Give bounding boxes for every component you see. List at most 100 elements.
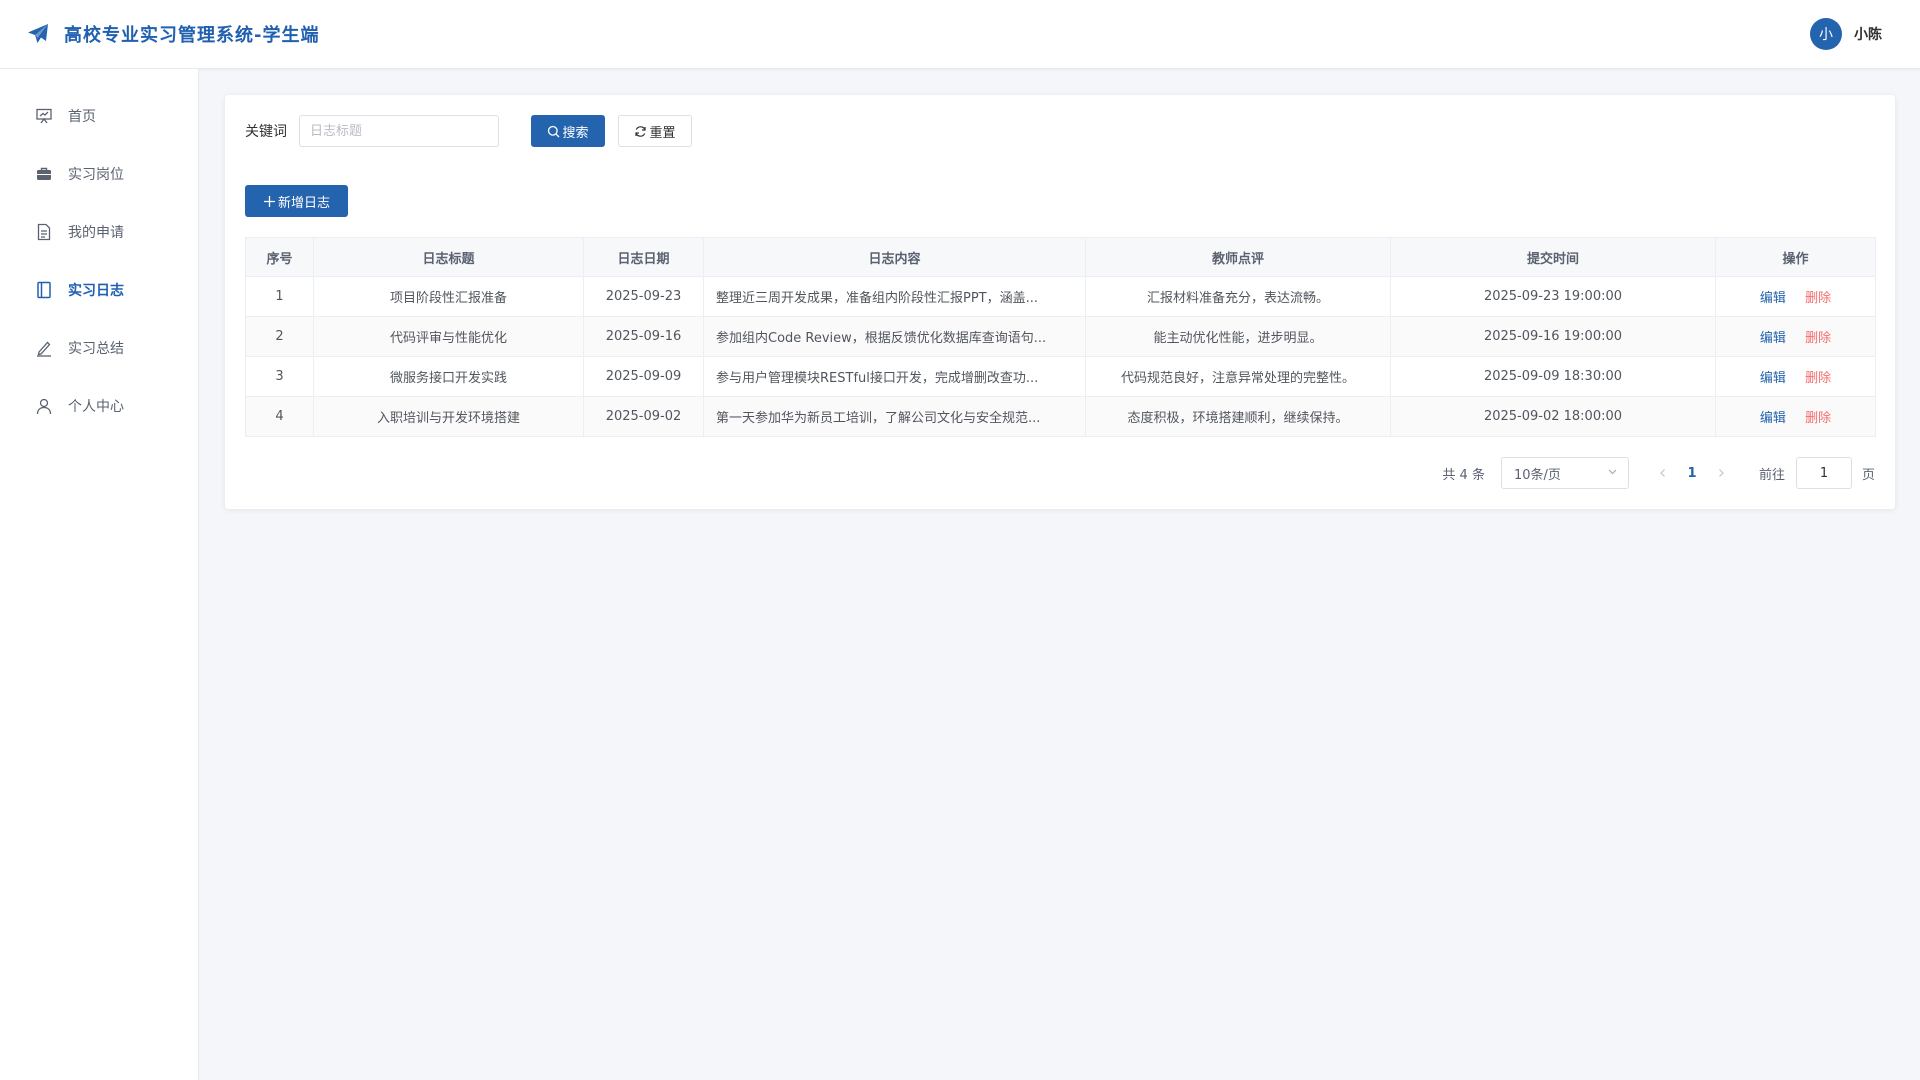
sidebar-item-internship-summary[interactable]: 实习总结 <box>0 319 199 377</box>
column-header: 日志内容 <box>703 237 1086 277</box>
cell-no: 1 <box>245 276 314 317</box>
page-size-select[interactable]: 10条/页 <box>1500 457 1629 489</box>
cell-actions: 编辑 删除 <box>1715 316 1876 357</box>
delete-link[interactable]: 删除 <box>1805 411 1831 426</box>
cell-comment: 态度积极，环境搭建顺利，继续保持。 <box>1085 396 1391 437</box>
page-unit-label: 页 <box>1861 467 1875 483</box>
top-header: 高校专业实习管理系统-学生端 小 小陈 <box>0 0 1920 69</box>
sidebar-item-profile[interactable]: 个人中心 <box>0 377 199 435</box>
table-row: 4 入职培训与开发环境搭建 2025-09-02 第一天参加华为新员工培训，了解… <box>245 396 1876 437</box>
goto-label: 前往 <box>1758 467 1785 483</box>
chevron-down-icon <box>1607 466 1618 481</box>
cell-date: 2025-09-09 <box>583 356 704 397</box>
cell-content: 第一天参加华为新员工培训，了解公司文化与安全规范... <box>703 396 1086 437</box>
cell-submitted: 2025-09-16 19:00:00 <box>1390 316 1716 357</box>
add-log-button-label: 新增日志 <box>277 195 330 211</box>
column-header: 日志日期 <box>583 237 704 277</box>
delete-link[interactable]: 删除 <box>1805 291 1831 306</box>
edit-link[interactable]: 编辑 <box>1760 371 1786 386</box>
table-row: 1 项目阶段性汇报准备 2025-09-23 整理近三周开发成果，准备组内阶段性… <box>245 276 1876 317</box>
cell-date: 2025-09-16 <box>583 316 704 357</box>
refresh-icon <box>634 125 647 138</box>
user-icon <box>35 397 53 415</box>
goto-page-input[interactable] <box>1795 457 1852 489</box>
briefcase-icon <box>35 165 53 183</box>
cell-actions: 编辑 删除 <box>1715 356 1876 397</box>
user-menu[interactable]: 小 小陈 <box>1810 18 1882 50</box>
delete-link[interactable]: 删除 <box>1805 371 1831 386</box>
cell-submitted: 2025-09-09 18:30:00 <box>1390 356 1716 397</box>
edit-link[interactable]: 编辑 <box>1760 331 1786 346</box>
sidebar-item-internship-log[interactable]: 实习日志 <box>0 261 199 319</box>
cell-content: 参与用户管理模块RESTful接口开发，完成增删改查功... <box>703 356 1086 397</box>
reset-button-label: 重置 <box>649 125 676 141</box>
search-bar: 关键词 搜索 重置 <box>245 115 692 147</box>
search-icon <box>547 125 560 138</box>
paper-plane-icon <box>26 22 50 46</box>
next-page-button[interactable] <box>1709 457 1733 489</box>
notebook-icon <box>35 281 53 299</box>
sidebar-item-label: 实习日志 <box>68 283 124 299</box>
prev-page-button[interactable] <box>1651 457 1675 489</box>
brand: 高校专业实习管理系统-学生端 <box>26 21 319 47</box>
keyword-label: 关键词 <box>245 124 287 140</box>
chevron-right-icon <box>1719 469 1724 477</box>
column-header: 序号 <box>245 237 314 277</box>
cell-title: 代码评审与性能优化 <box>313 316 584 357</box>
presentation-icon <box>35 107 53 125</box>
plus-icon <box>263 195 276 208</box>
sidebar-item-label: 实习岗位 <box>68 167 124 183</box>
sidebar-item-my-applications[interactable]: 我的申请 <box>0 203 199 261</box>
sidebar: 首页 实习岗位 我的申请 实习日志 实习总结 个人中心 <box>0 69 199 1080</box>
column-header: 教师点评 <box>1085 237 1391 277</box>
table-row: 2 代码评审与性能优化 2025-09-16 参加组内Code Review，根… <box>245 316 1876 357</box>
total-count: 共 4 条 <box>1442 467 1485 483</box>
cell-date: 2025-09-02 <box>583 396 704 437</box>
cell-no: 2 <box>245 316 314 357</box>
cell-title: 微服务接口开发实践 <box>313 356 584 397</box>
log-table: 序号 日志标题 日志日期 日志内容 教师点评 提交时间 操作 1 项目阶段性汇报… <box>245 237 1876 437</box>
search-button-label: 搜索 <box>562 125 589 141</box>
sidebar-item-label: 我的申请 <box>68 225 124 241</box>
cell-title: 入职培训与开发环境搭建 <box>313 396 584 437</box>
chevron-left-icon <box>1660 469 1665 477</box>
keyword-input[interactable] <box>299 115 499 147</box>
sidebar-item-internship-positions[interactable]: 实习岗位 <box>0 145 199 203</box>
search-button[interactable]: 搜索 <box>531 115 605 147</box>
add-log-button[interactable]: 新增日志 <box>245 185 348 217</box>
document-icon <box>35 223 53 241</box>
table-row: 3 微服务接口开发实践 2025-09-09 参与用户管理模块RESTful接口… <box>245 356 1876 397</box>
sidebar-item-label: 个人中心 <box>68 399 124 415</box>
sidebar-item-label: 首页 <box>68 109 96 125</box>
cell-comment: 汇报材料准备充分，表达流畅。 <box>1085 276 1391 317</box>
cell-content: 参加组内Code Review，根据反馈优化数据库查询语句... <box>703 316 1086 357</box>
cell-no: 3 <box>245 356 314 397</box>
user-name[interactable]: 小陈 <box>1854 24 1882 44</box>
cell-submitted: 2025-09-02 18:00:00 <box>1390 396 1716 437</box>
delete-link[interactable]: 删除 <box>1805 331 1831 346</box>
cell-actions: 编辑 删除 <box>1715 396 1876 437</box>
cell-content: 整理近三周开发成果，准备组内阶段性汇报PPT，涵盖... <box>703 276 1086 317</box>
page-number-current[interactable]: 1 <box>1675 466 1709 481</box>
pen-icon <box>35 339 53 357</box>
column-header: 操作 <box>1715 237 1876 277</box>
column-header: 提交时间 <box>1390 237 1716 277</box>
cell-actions: 编辑 删除 <box>1715 276 1876 317</box>
cell-comment: 代码规范良好，注意异常处理的完整性。 <box>1085 356 1391 397</box>
reset-button[interactable]: 重置 <box>618 115 692 147</box>
cell-title: 项目阶段性汇报准备 <box>313 276 584 317</box>
edit-link[interactable]: 编辑 <box>1760 291 1786 306</box>
app-title: 高校专业实习管理系统-学生端 <box>64 25 320 46</box>
column-header: 日志标题 <box>313 237 584 277</box>
edit-link[interactable]: 编辑 <box>1760 411 1786 426</box>
cell-no: 4 <box>245 396 314 437</box>
cell-submitted: 2025-09-23 19:00:00 <box>1390 276 1716 317</box>
cell-date: 2025-09-23 <box>583 276 704 317</box>
cell-comment: 能主动优化性能，进步明显。 <box>1085 316 1391 357</box>
page-size-value: 10条/页 <box>1513 467 1561 483</box>
table-header-row: 序号 日志标题 日志日期 日志内容 教师点评 提交时间 操作 <box>245 237 1876 277</box>
sidebar-item-home[interactable]: 首页 <box>0 87 199 145</box>
log-list-card: 关键词 搜索 重置 <box>225 95 1895 509</box>
sidebar-item-label: 实习总结 <box>68 341 124 357</box>
avatar[interactable]: 小 <box>1810 18 1842 50</box>
